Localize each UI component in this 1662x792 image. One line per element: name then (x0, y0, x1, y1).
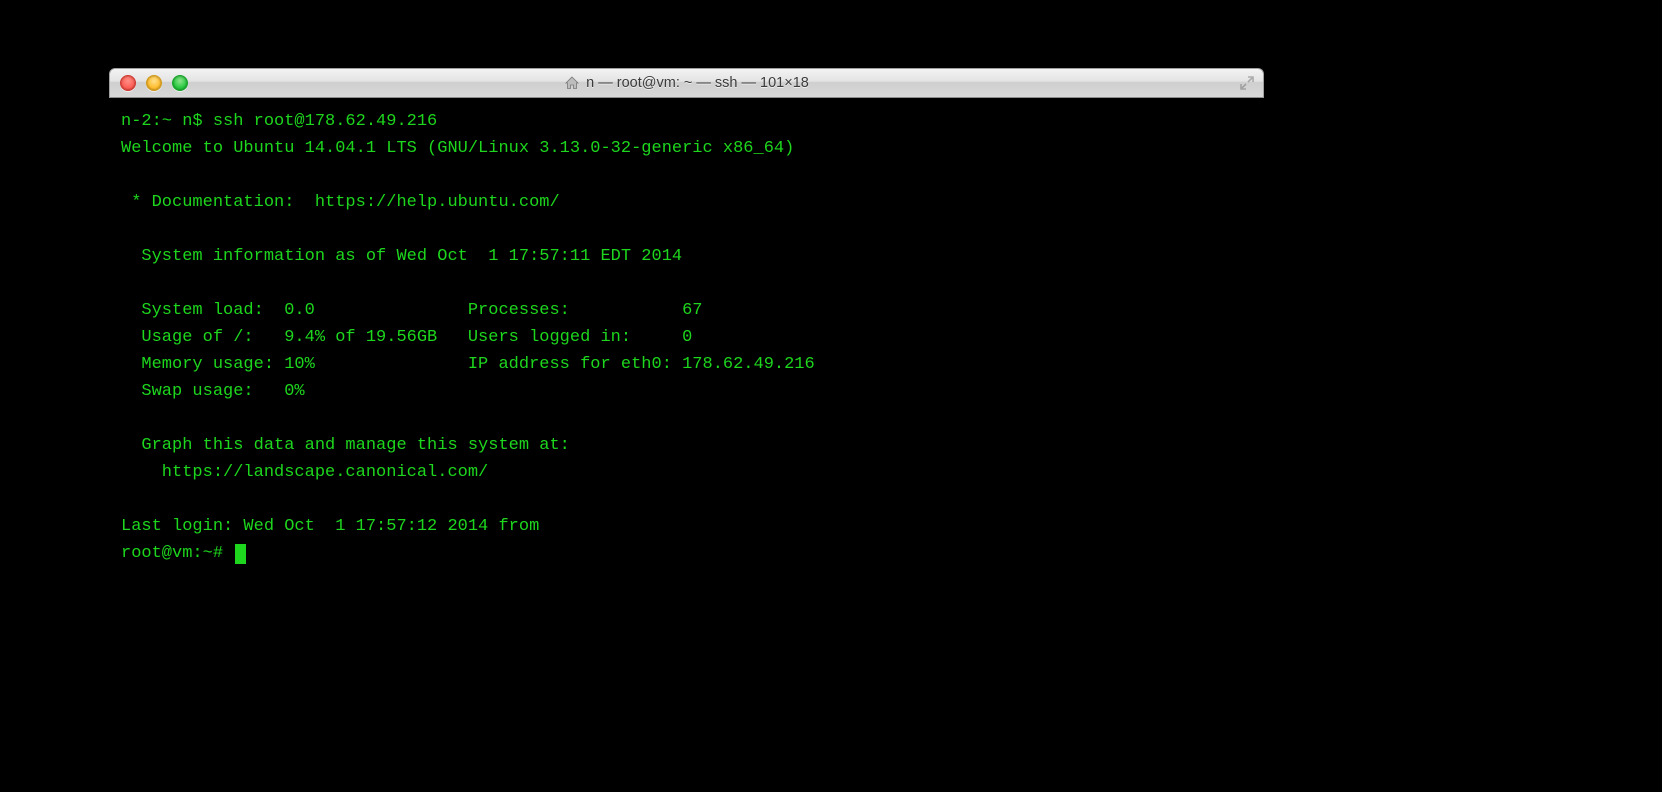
terminal-line: n-2:~ n$ ssh root@178.62.49.216 (121, 108, 1252, 135)
terminal-line (121, 486, 1252, 513)
window-minimize-button[interactable] (146, 75, 162, 91)
terminal-viewport[interactable]: n-2:~ n$ ssh root@178.62.49.216 Welcome … (109, 98, 1264, 607)
terminal-line: System load: 0.0 Processes: 67 (121, 297, 1252, 324)
terminal-prompt-line: root@vm:~# (121, 540, 1252, 567)
terminal-line (121, 405, 1252, 432)
terminal-line (121, 162, 1252, 189)
terminal-prompt: root@vm:~# (121, 540, 233, 567)
terminal-line: https://landscape.canonical.com/ (121, 459, 1252, 486)
terminal-line (121, 270, 1252, 297)
terminal-line: Last login: Wed Oct 1 17:57:12 2014 from (121, 513, 1252, 540)
window-title-text: n — root@vm: ~ — ssh — 101×18 (586, 75, 809, 91)
terminal-line: Welcome to Ubuntu 14.04.1 LTS (GNU/Linux… (121, 135, 1252, 162)
terminal-line: Swap usage: 0% (121, 378, 1252, 405)
terminal-line: Usage of /: 9.4% of 19.56GB Users logged… (121, 324, 1252, 351)
home-icon (564, 75, 580, 91)
terminal-line: Memory usage: 10% IP address for eth0: 1… (121, 351, 1252, 378)
window-close-button[interactable] (120, 75, 136, 91)
terminal-line: * Documentation: https://help.ubuntu.com… (121, 189, 1252, 216)
window-zoom-button[interactable] (172, 75, 188, 91)
terminal-line: Graph this data and manage this system a… (121, 432, 1252, 459)
terminal-window: n — root@vm: ~ — ssh — 101×18 n-2:~ n$ s… (109, 68, 1264, 607)
terminal-cursor (235, 544, 246, 564)
traffic-lights (110, 75, 188, 91)
terminal-line (121, 216, 1252, 243)
window-titlebar[interactable]: n — root@vm: ~ — ssh — 101×18 (109, 68, 1264, 98)
window-title: n — root@vm: ~ — ssh — 101×18 (110, 75, 1263, 91)
window-expand-button[interactable] (1239, 75, 1255, 91)
terminal-line: System information as of Wed Oct 1 17:57… (121, 243, 1252, 270)
